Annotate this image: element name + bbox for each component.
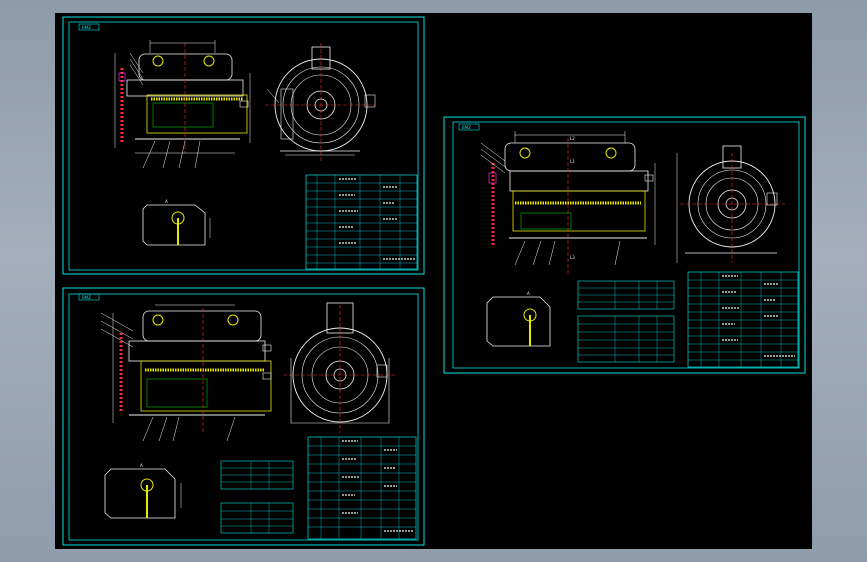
- sheet-2-side-view: [283, 302, 395, 433]
- sheet-3-view-label-a: A: [527, 291, 530, 296]
- sheet-2-title-block: [307, 436, 417, 540]
- sheet-1-tag: BMZ: [82, 25, 91, 30]
- sheet-3-dim-label-l1: L1: [570, 159, 575, 164]
- sheet-2-tag: BMZ: [82, 295, 91, 300]
- cad-drawing-viewport[interactable]: BMZ A BMZ A BMZ L2 L1 L3 A: [55, 13, 812, 549]
- sheet-2-view-label-a: A: [140, 463, 143, 468]
- sheet-1-detail-view: A: [142, 199, 211, 246]
- sheet-2-parts-table-bottom: [220, 502, 294, 534]
- sheet-3: BMZ L2 L1 L3 A: [443, 116, 806, 374]
- sheet-1: BMZ A: [62, 16, 425, 275]
- cad-drawing-canvas: BMZ A BMZ A BMZ L2 L1 L3 A: [62, 16, 806, 546]
- sheet-3-title-block: [687, 271, 799, 368]
- sheet-2-front-view: [100, 304, 272, 442]
- sheet-3-dim-label-l2: L2: [570, 136, 575, 141]
- sheet-1-side-view: [265, 43, 376, 163]
- sheet-2: BMZ A: [62, 287, 425, 546]
- sheet-2-detail-view: A: [104, 463, 182, 519]
- sheet-3-side-view: [676, 145, 785, 263]
- sheet-3-front-view: L2 L1 L3: [480, 131, 656, 275]
- sheet-3-tag: BMZ: [462, 125, 471, 130]
- sheet-1-front-view: [114, 40, 251, 169]
- sheet-3-detail-view: A: [486, 291, 551, 347]
- sheet-3-dim-label-l3: L3: [570, 255, 575, 260]
- sheet-2-parts-table-top: [220, 460, 294, 490]
- sheet-3-parts-table-top: [577, 280, 675, 310]
- sheet-1-title-block: [305, 174, 418, 270]
- sheet-3-parts-table-bottom: [577, 315, 675, 363]
- sheet-1-view-label-a: A: [165, 199, 168, 204]
